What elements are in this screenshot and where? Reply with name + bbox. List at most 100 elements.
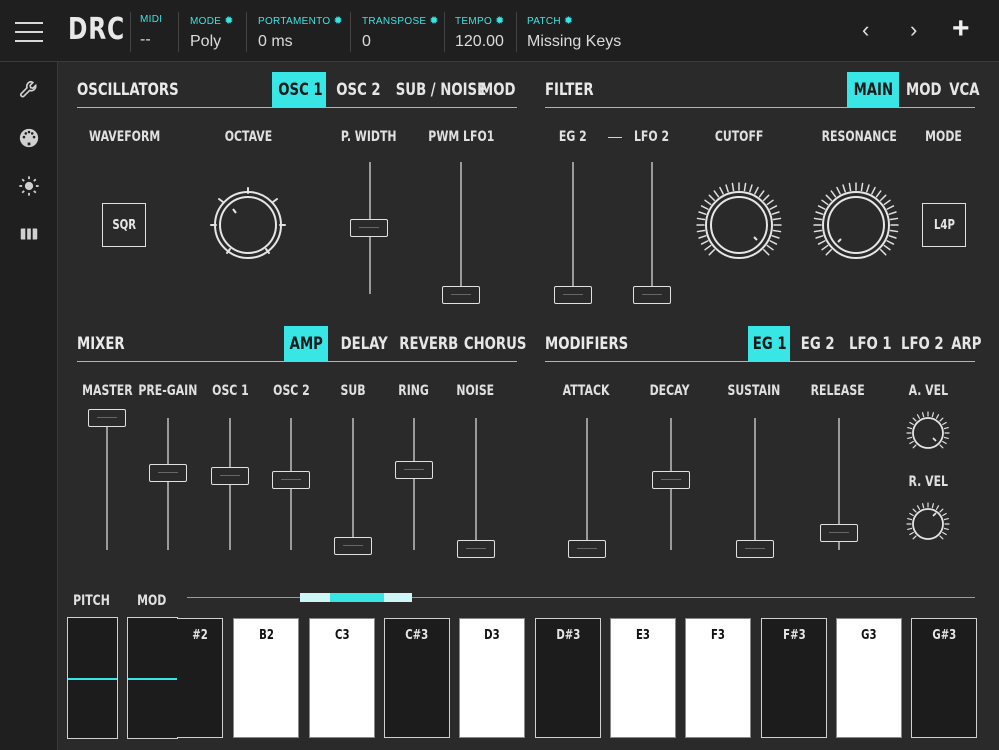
tab-vca[interactable]: VCA xyxy=(945,72,981,108)
key-g-sharp-2[interactable]: #2 xyxy=(177,618,223,738)
pre-gain-slider[interactable] xyxy=(149,464,187,482)
filter-header: FILTER MAIN MOD VCA xyxy=(545,72,980,108)
sub-slider[interactable] xyxy=(334,537,372,555)
pwm-lfo1-label: PWM LFO1 xyxy=(427,129,495,145)
tab-label: OSC 1 xyxy=(278,80,323,100)
sustain-slider[interactable] xyxy=(736,540,774,558)
wrench-icon[interactable] xyxy=(17,78,41,102)
tape-icon[interactable] xyxy=(17,222,41,246)
lfo2-slider[interactable] xyxy=(633,286,671,304)
tab-amp[interactable]: AMP xyxy=(284,326,328,362)
brightness-icon[interactable] xyxy=(17,174,41,198)
keyboard-scroll-handle[interactable] xyxy=(300,593,412,602)
mod-label: MOD xyxy=(137,593,167,609)
tab-label: VCA xyxy=(949,80,980,100)
tab-label: LFO 1 xyxy=(849,334,892,354)
cutoff-label: CUTOFF xyxy=(714,129,764,145)
attack-velocity-label: A. VEL xyxy=(908,383,948,399)
waveform-button[interactable]: SQR xyxy=(102,203,146,247)
osc1-slider[interactable] xyxy=(211,467,249,485)
attack-velocity-knob[interactable] xyxy=(906,411,950,455)
gear-icon[interactable]: ✹ xyxy=(564,15,574,27)
menu-icon[interactable] xyxy=(15,22,43,42)
tab-eg1[interactable]: EG 1 xyxy=(748,326,790,362)
gear-icon[interactable]: ✹ xyxy=(224,15,234,27)
tab-sub-noise[interactable]: SUB / NOISE xyxy=(383,72,486,108)
key-d3[interactable]: D3 xyxy=(459,618,525,738)
midi-label: MIDI xyxy=(140,14,163,25)
midi-field[interactable]: MIDI -- xyxy=(140,14,162,49)
key-g-sharp-3[interactable]: G#3 xyxy=(911,618,977,738)
add-patch-button[interactable]: + xyxy=(952,12,970,46)
key-c3[interactable]: C3 xyxy=(309,618,375,738)
tab-osc1[interactable]: OSC 1 xyxy=(272,72,326,108)
tab-label: MAIN xyxy=(853,80,893,100)
octave-knob[interactable] xyxy=(203,180,293,270)
octave-label: OCTAVE xyxy=(224,129,272,145)
tab-label: EG 2 xyxy=(800,334,835,354)
mode-field[interactable]: MODE ✹ Poly xyxy=(190,14,234,51)
tempo-label: TEMPO xyxy=(455,16,493,27)
gear-icon[interactable]: ✹ xyxy=(429,15,439,27)
tab-lfo2[interactable]: LFO 2 xyxy=(895,326,944,362)
next-patch-button[interactable]: › xyxy=(910,18,917,42)
key-f-sharp-3[interactable]: F#3 xyxy=(761,618,827,738)
divider xyxy=(350,12,351,52)
lfo2-label: LFO 2 xyxy=(634,129,670,145)
release-slider[interactable] xyxy=(820,524,858,542)
transpose-field[interactable]: TRANSPOSE ✹ 0 xyxy=(362,14,439,51)
tab-main[interactable]: MAIN xyxy=(847,72,899,108)
gear-icon[interactable]: ✹ xyxy=(495,15,505,27)
eg2-slider[interactable] xyxy=(554,286,592,304)
tab-reverb[interactable]: REVERB xyxy=(391,326,458,362)
pulse-width-slider[interactable] xyxy=(350,219,388,237)
midi-value: -- xyxy=(140,31,151,48)
waveform-value: SQR xyxy=(112,218,136,233)
divider xyxy=(444,12,445,52)
tab-filter-mod[interactable]: MOD xyxy=(901,72,941,108)
modifiers-header: MODIFIERS EG 1 EG 2 LFO 1 LFO 2 ARP xyxy=(545,326,981,362)
osc2-slider[interactable] xyxy=(272,471,310,489)
key-g3[interactable]: G3 xyxy=(836,618,902,738)
patch-value: Missing Keys xyxy=(527,33,622,50)
patch-field[interactable]: PATCH ✹ Missing Keys xyxy=(527,14,621,51)
portamento-field[interactable]: PORTAMENTO ✹ 0 ms xyxy=(258,14,343,51)
key-d-sharp-3[interactable]: D#3 xyxy=(535,618,601,738)
decay-slider[interactable] xyxy=(652,471,690,489)
prev-patch-button[interactable]: ‹ xyxy=(862,18,869,42)
midi-connector-icon[interactable] xyxy=(17,126,41,150)
sidebar xyxy=(0,62,58,750)
filter-mode-button[interactable]: L4P xyxy=(922,203,966,247)
release-velocity-knob[interactable] xyxy=(906,502,950,546)
tempo-field[interactable]: TEMPO ✹ 120.00 xyxy=(455,14,505,51)
pitch-wheel[interactable] xyxy=(67,617,118,739)
tab-arp[interactable]: ARP xyxy=(947,326,981,362)
attack-slider[interactable] xyxy=(568,540,606,558)
master-slider[interactable] xyxy=(88,409,126,427)
master-track xyxy=(106,418,108,550)
mod-wheel[interactable] xyxy=(127,617,178,739)
tab-mod[interactable]: MOD xyxy=(475,72,515,108)
tab-label: EG 1 xyxy=(752,334,787,354)
key-f3[interactable]: F3 xyxy=(685,618,751,738)
cutoff-knob[interactable] xyxy=(694,180,784,270)
ring-slider[interactable] xyxy=(395,461,433,479)
divider xyxy=(130,12,131,52)
tab-lfo1[interactable]: LFO 1 xyxy=(843,326,892,362)
tab-osc2[interactable]: OSC 2 xyxy=(330,72,380,108)
gear-icon[interactable]: ✹ xyxy=(333,15,343,27)
transpose-value: 0 xyxy=(362,33,371,50)
mod-wheel-center xyxy=(128,678,177,680)
key-b2[interactable]: B2 xyxy=(233,618,299,738)
sustain-label: SUSTAIN xyxy=(727,383,781,399)
portamento-label: PORTAMENTO xyxy=(258,16,331,27)
pwm-lfo1-slider[interactable] xyxy=(442,286,480,304)
tab-eg2[interactable]: EG 2 xyxy=(796,326,838,362)
resonance-knob[interactable] xyxy=(811,180,901,270)
divider xyxy=(246,12,247,52)
tab-chorus[interactable]: CHORUS xyxy=(455,326,527,362)
noise-slider[interactable] xyxy=(457,540,495,558)
tab-delay[interactable]: DELAY xyxy=(334,326,388,362)
key-e3[interactable]: E3 xyxy=(610,618,676,738)
key-c-sharp-3[interactable]: C#3 xyxy=(384,618,450,738)
